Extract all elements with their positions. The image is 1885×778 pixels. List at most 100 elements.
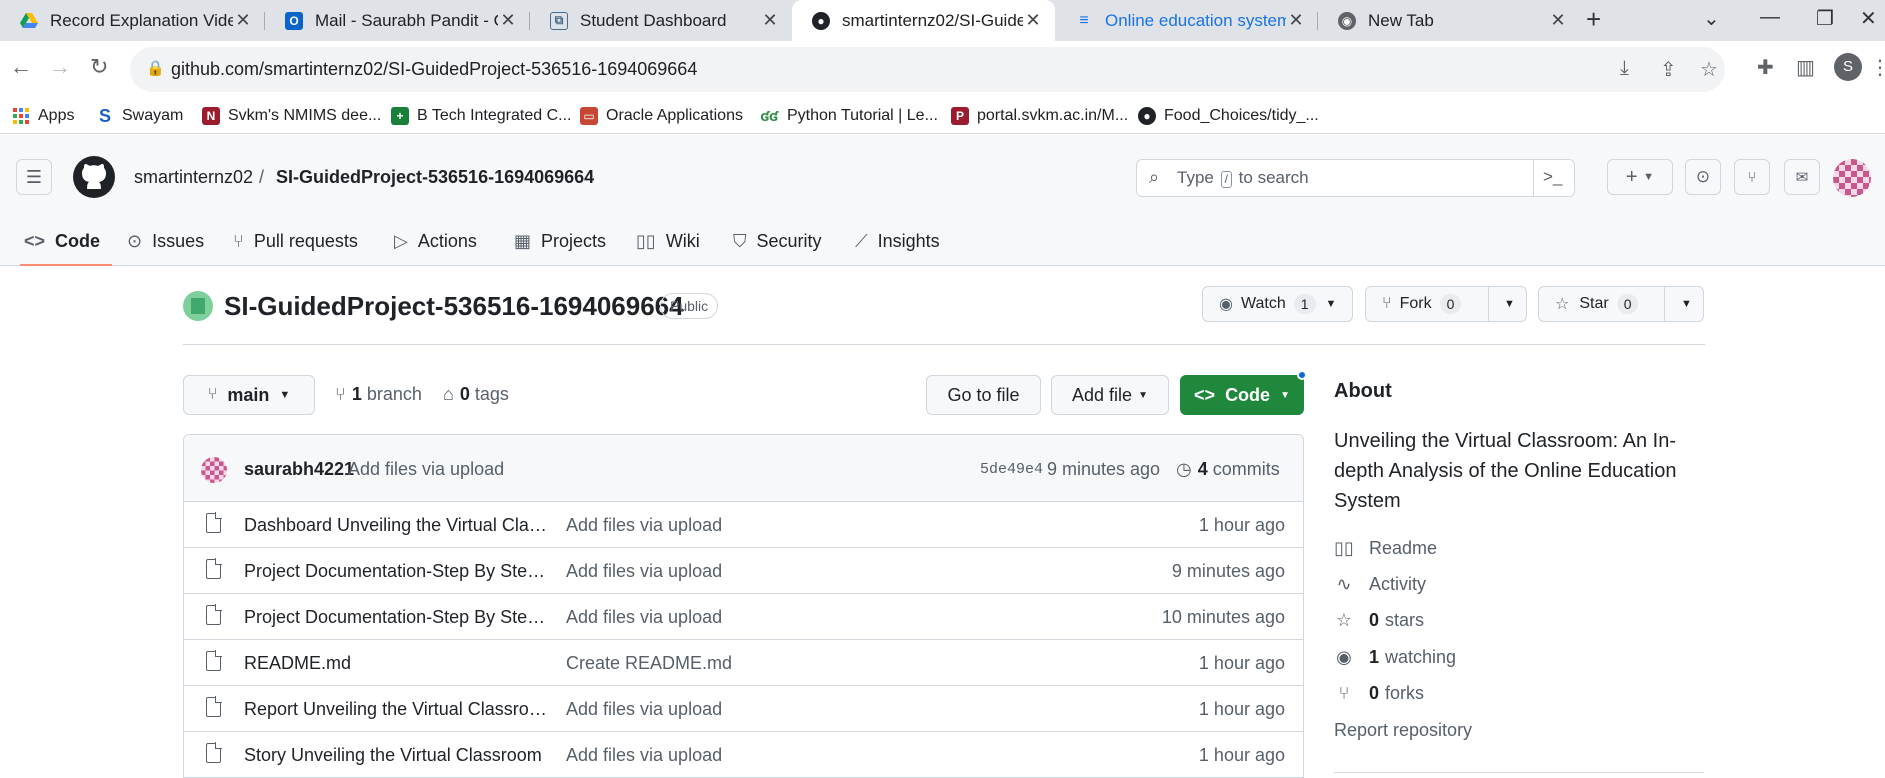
- go-to-file-button[interactable]: Go to file: [926, 375, 1041, 415]
- table-row[interactable]: Dashboard Unveiling the Virtual Classroo…: [184, 502, 1303, 548]
- share-icon[interactable]: ⇪: [1660, 57, 1677, 82]
- issues-icon[interactable]: ⊙: [1685, 159, 1721, 195]
- minimize-button[interactable]: —: [1760, 6, 1780, 29]
- new-tab-button[interactable]: +: [1586, 4, 1601, 35]
- watching-link[interactable]: ◉ 1 watching: [1334, 645, 1456, 669]
- file-name[interactable]: Report Unveiling the Virtual Classroom: [244, 699, 552, 720]
- file-commit-message[interactable]: Add files via upload: [566, 699, 722, 720]
- bookmark-oracle[interactable]: ▭ Oracle Applications: [580, 104, 743, 128]
- tab-wiki[interactable]: ▯▯ Wiki: [636, 217, 700, 266]
- address-bar[interactable]: 🔒 github.com/smartinternz02/SI-GuidedPro…: [130, 47, 1725, 92]
- close-icon[interactable]: ✕: [760, 10, 780, 31]
- tab-insights[interactable]: ⟋ Insights: [855, 217, 940, 266]
- extensions-icon[interactable]: ✚: [1757, 55, 1774, 80]
- table-row[interactable]: Report Unveiling the Virtual Classroom A…: [184, 686, 1303, 732]
- browser-tab[interactable]: ≡ Online education system_R ✕: [1055, 0, 1318, 41]
- star-dropdown-chevron-icon[interactable]: ▼: [1681, 287, 1692, 321]
- install-icon[interactable]: ⤓: [1620, 57, 1629, 80]
- tab-issues[interactable]: ⊙ Issues: [127, 217, 204, 266]
- browser-tab[interactable]: O Mail - Saurabh Pandit - Out ✕: [265, 0, 530, 41]
- avatar[interactable]: [201, 457, 227, 483]
- command-palette-icon[interactable]: >_: [1543, 167, 1562, 187]
- close-icon[interactable]: ✕: [233, 10, 253, 31]
- branch-selector[interactable]: ⑂ main ▼: [183, 375, 315, 415]
- pull-requests-icon[interactable]: ⑂: [1734, 159, 1770, 195]
- commits-link[interactable]: ◷ 4 commits: [1176, 459, 1280, 480]
- file-name[interactable]: Story Unveiling the Virtual Classroom: [244, 745, 552, 766]
- file-commit-message[interactable]: Add files via upload: [566, 607, 722, 628]
- forks-link[interactable]: ⑂ 0 forks: [1334, 681, 1424, 705]
- bookmark-nmims[interactable]: N Svkm's NMIMS dee...: [202, 104, 381, 128]
- bookmark-star-icon[interactable]: ☆: [1700, 57, 1718, 82]
- branches-link[interactable]: ⑂ 1 branch: [335, 384, 422, 405]
- tab-pull-requests[interactable]: ⑂ Pull requests: [233, 217, 358, 266]
- tab-security[interactable]: ⛉ Security: [733, 217, 822, 266]
- reload-button[interactable]: ↻: [90, 54, 108, 80]
- file-commit-message[interactable]: Add files via upload: [566, 515, 722, 536]
- bookmark-python[interactable]: ʛʛ Python Tutorial | Le...: [759, 104, 938, 128]
- fork-button[interactable]: ⑂ Fork 0 ▼: [1365, 286, 1527, 322]
- browser-tab[interactable]: Record Explanation Video F ✕: [0, 0, 265, 41]
- commit-sha[interactable]: 5de49e4: [980, 461, 1043, 478]
- commit-author[interactable]: saurabh4221: [244, 459, 354, 480]
- close-icon[interactable]: ✕: [498, 10, 518, 31]
- browser-tab[interactable]: ◉ New Tab ✕: [1318, 0, 1580, 41]
- file-name[interactable]: Project Documentation-Step By Step Proce…: [244, 561, 552, 582]
- bookmark-swayam[interactable]: S Swayam: [96, 104, 183, 128]
- url-text[interactable]: github.com/smartinternz02/SI-GuidedProje…: [171, 59, 697, 80]
- activity-link[interactable]: ∿ Activity: [1334, 572, 1426, 596]
- bookmark-portal[interactable]: P portal.svkm.ac.in/M...: [951, 104, 1128, 128]
- breadcrumb-repo[interactable]: SI-GuidedProject-536516-1694069664: [276, 167, 594, 188]
- tab-projects[interactable]: ▦ Projects: [514, 217, 606, 266]
- watch-button[interactable]: ◉ Watch 1 ▼: [1202, 286, 1353, 322]
- restore-button[interactable]: ❐: [1816, 6, 1834, 31]
- bookmark-food-choices[interactable]: ● Food_Choices/tidy_...: [1138, 104, 1319, 128]
- breadcrumb-owner[interactable]: smartinternz02: [134, 167, 253, 188]
- tab-actions[interactable]: ▷ Actions: [394, 217, 477, 266]
- create-new-button[interactable]: + ▼: [1607, 159, 1673, 195]
- forward-button[interactable]: →: [49, 54, 71, 80]
- add-file-button[interactable]: Add file ▼: [1051, 375, 1169, 415]
- file-name[interactable]: README.md: [244, 653, 552, 674]
- table-row[interactable]: README.md Create README.md 1 hour ago: [184, 640, 1303, 686]
- github-logo-icon[interactable]: [73, 156, 115, 198]
- close-icon[interactable]: ✕: [1548, 10, 1568, 31]
- file-name[interactable]: Project Documentation-Step By Step Guide: [244, 607, 552, 628]
- profile-avatar[interactable]: S: [1834, 53, 1862, 81]
- table-row[interactable]: Project Documentation-Step By Step Guide…: [184, 594, 1303, 640]
- commit-message[interactable]: Add files via upload: [348, 459, 504, 480]
- tab-search-chevron-icon[interactable]: ⌄: [1703, 6, 1720, 31]
- tab-code[interactable]: <> Code: [19, 217, 113, 266]
- table-row[interactable]: Project Documentation-Step By Step Proce…: [184, 548, 1303, 594]
- breadcrumb-separator: /: [259, 167, 265, 187]
- side-panel-icon[interactable]: ▥: [1796, 55, 1815, 80]
- table-row[interactable]: Story Unveiling the Virtual Classroom Ad…: [184, 732, 1303, 777]
- file-commit-message[interactable]: Add files via upload: [566, 561, 722, 582]
- hamburger-menu-button[interactable]: ☰: [16, 159, 52, 195]
- bookmark-label: Apps: [38, 107, 75, 124]
- close-window-button[interactable]: ✕: [1860, 6, 1877, 31]
- user-avatar[interactable]: [1833, 159, 1871, 197]
- tags-link[interactable]: ⌂ 0 tags: [443, 384, 509, 405]
- star-button[interactable]: ☆ Star 0 ▼: [1538, 286, 1704, 322]
- browser-tab-active[interactable]: ● smartinternz02/SI-GuidedP ✕: [792, 0, 1055, 41]
- report-repository-link[interactable]: Report repository: [1334, 718, 1472, 742]
- repo-title[interactable]: SI-GuidedProject-536516-1694069664: [224, 291, 684, 322]
- file-name[interactable]: Dashboard Unveiling the Virtual Classroo…: [244, 515, 552, 536]
- inbox-icon[interactable]: ✉: [1784, 159, 1820, 195]
- back-button[interactable]: ←: [10, 54, 32, 80]
- close-icon[interactable]: ✕: [1023, 10, 1043, 31]
- fork-dropdown-chevron-icon[interactable]: ▼: [1504, 287, 1515, 321]
- menu-icon[interactable]: ⋮: [1870, 55, 1885, 80]
- bookmark-apps[interactable]: Apps: [12, 104, 74, 128]
- code-button[interactable]: <> Code ▼: [1180, 375, 1304, 415]
- search-input[interactable]: ⌕ Type / to search >_: [1136, 159, 1575, 197]
- close-icon[interactable]: ✕: [1286, 10, 1306, 31]
- bookmark-label: Food_Choices/tidy_...: [1164, 107, 1319, 124]
- file-commit-message[interactable]: Add files via upload: [566, 745, 722, 766]
- bookmark-btech[interactable]: + B Tech Integrated C...: [391, 104, 571, 128]
- readme-link[interactable]: ▯▯ Readme: [1334, 536, 1437, 560]
- stars-link[interactable]: ☆ 0 stars: [1334, 608, 1424, 632]
- browser-tab[interactable]: ⧉ Student Dashboard ✕: [530, 0, 792, 41]
- file-commit-message[interactable]: Create README.md: [566, 653, 732, 674]
